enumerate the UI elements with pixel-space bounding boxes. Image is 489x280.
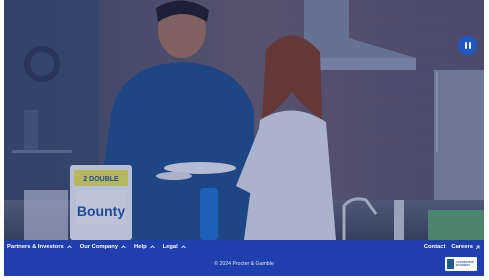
chevron-up-icon [66,245,72,249]
hero-scene-image: Bounty 2 DOUBLE [4,0,484,240]
scrollbar-track[interactable] [484,0,489,280]
bbb-torch-icon [447,259,454,269]
chevron-up-icon [121,245,126,249]
page: Bounty 2 DOUBLE Partners & Investors Our… [0,0,484,280]
badge-text-line-2: BUSINESS [456,264,471,267]
footer-nav: Partners & Investors Our Company Help Le… [7,244,186,250]
careers-link[interactable]: Careers [451,244,480,250]
pause-icon-bar-right [468,42,471,49]
chevron-up-icon [180,245,186,249]
product-badge-text: 2 DOUBLE [83,176,119,183]
footer-nav-our-company[interactable]: Our Company [80,244,126,250]
footer-nav-label: Our Company [79,244,119,250]
hero-video: Bounty 2 DOUBLE [4,0,484,240]
footer-nav-label: Legal [162,244,178,250]
accredited-business-badge[interactable]: ACCREDITED BUSINESS [445,257,477,271]
footer-nav-help[interactable]: Help [134,244,155,250]
footer-nav-partners-investors[interactable]: Partners & Investors [7,244,72,250]
badge-text: ACCREDITED BUSINESS [456,261,474,267]
footer-nav-label: Partners & Investors [7,244,64,250]
footer-right-links: Contact Careers [424,244,480,250]
copyright-text: © 2024 Procter & Gamble [214,261,274,267]
external-link-icon [475,245,480,249]
chevron-up-icon [149,245,155,249]
contact-link[interactable]: Contact [424,244,446,250]
product-brand-text: Bounty [77,203,125,219]
careers-link-label: Careers [451,244,473,250]
pause-button[interactable] [458,36,477,55]
contact-link-label: Contact [423,244,446,250]
site-footer: Partners & Investors Our Company Help Le… [4,240,484,276]
footer-nav-label: Help [134,244,147,250]
footer-nav-legal[interactable]: Legal [163,244,186,250]
pause-icon [464,42,467,49]
